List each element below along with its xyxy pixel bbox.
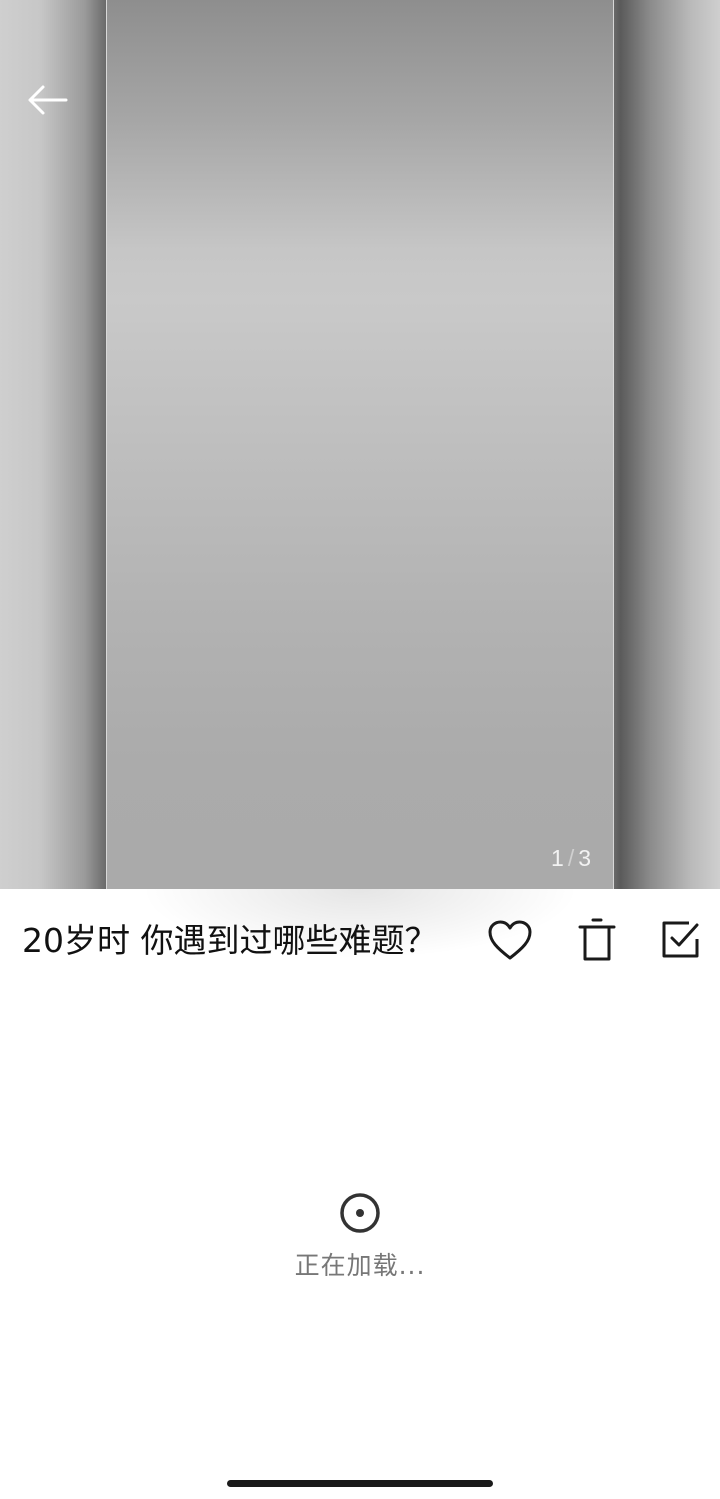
checkbox-checked-icon <box>662 921 699 958</box>
select-button[interactable] <box>655 915 705 965</box>
trash-icon <box>578 918 616 961</box>
post-title: 20岁时 你遇到过哪些难题？ <box>22 921 438 960</box>
page-separator: / <box>567 845 576 871</box>
screen: 1/3 20岁时 你遇到过哪些难题？ 正在加载... <box>0 0 720 1499</box>
loading-indicator: 正在加载... <box>0 1190 720 1282</box>
like-button[interactable] <box>485 915 535 965</box>
page-indicator: 1/3 <box>551 845 592 872</box>
delete-button[interactable] <box>572 915 622 965</box>
spinner-icon <box>340 1193 380 1233</box>
heart-outline-icon <box>488 920 532 960</box>
page-current: 1 <box>551 845 565 871</box>
home-indicator[interactable] <box>227 1480 493 1487</box>
image-viewer[interactable]: 1/3 <box>0 0 720 889</box>
arrow-left-icon <box>28 85 68 115</box>
page-total: 3 <box>578 845 592 871</box>
loading-text: 正在加载... <box>294 1251 426 1280</box>
back-button[interactable] <box>22 78 72 122</box>
image-slide[interactable] <box>106 0 614 889</box>
